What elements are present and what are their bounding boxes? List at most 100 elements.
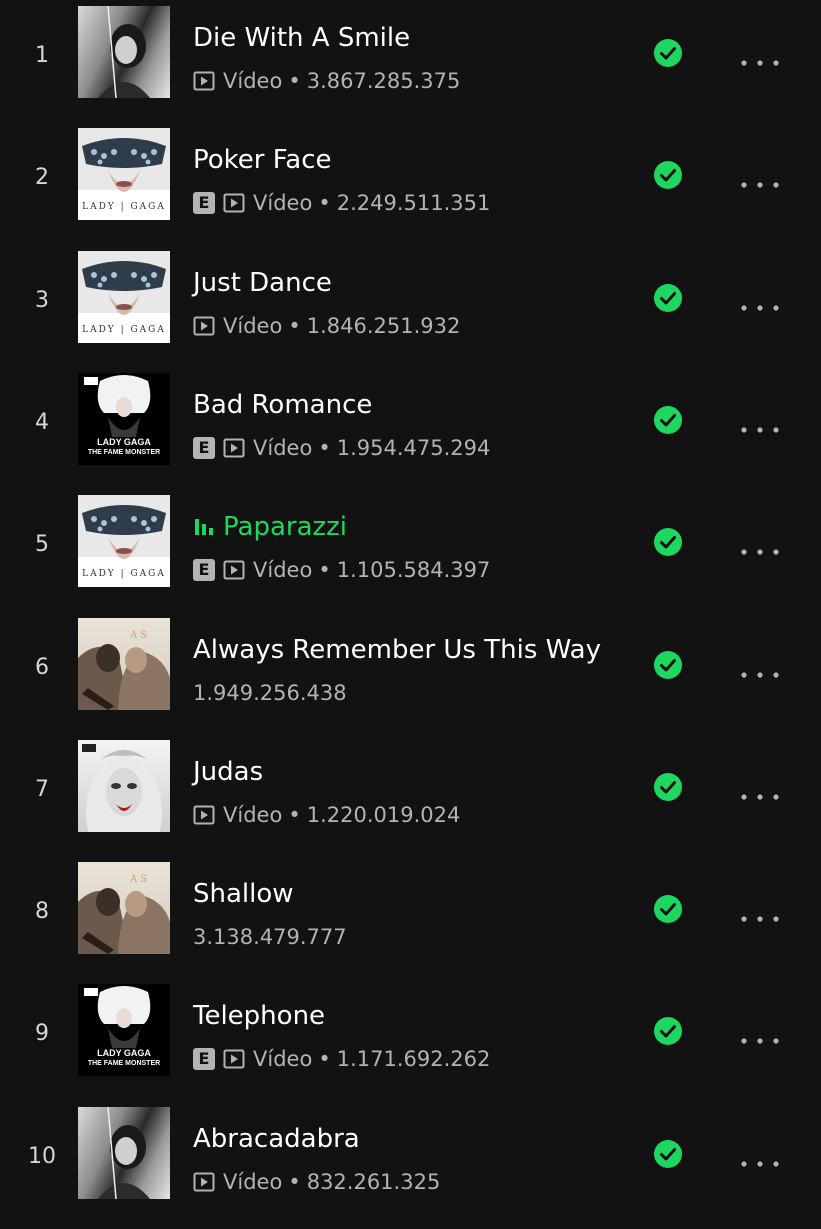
separator: • (318, 436, 331, 460)
more-options-icon[interactable] (740, 173, 780, 188)
video-icon (223, 1049, 245, 1069)
album-cover: LADY GAGA THE FAME MONSTER (78, 373, 170, 465)
track-title[interactable]: Just Dance (193, 265, 332, 301)
track-row[interactable]: 9 LADY GAGA THE FAME MONSTER Telephone E Víde… (0, 984, 821, 1106)
track-title[interactable]: Shallow (193, 876, 294, 912)
track-rank: 2 (35, 165, 49, 190)
track-meta: E Vídeo • 1.105.584.397 (193, 554, 490, 586)
check-circle-icon[interactable] (653, 1016, 683, 1046)
video-label: Vídeo (253, 558, 313, 582)
track-rank: 7 (35, 777, 49, 802)
separator: • (288, 1170, 301, 1194)
track-title-text: Shallow (193, 879, 294, 909)
more-options-icon[interactable] (740, 663, 780, 678)
track-row[interactable]: 10 Abracadabra Vídeo • 832.261.325 (0, 1107, 821, 1229)
check-circle-icon[interactable] (653, 38, 683, 68)
check-circle-icon[interactable] (653, 527, 683, 557)
track-row[interactable]: 8 A S Shallow 3.138.479.777 (0, 862, 821, 984)
more-options-icon[interactable] (740, 540, 780, 555)
cover-artist-text: LADY | GAGA (82, 325, 166, 335)
cover-artist-text: LADY GAGA (97, 437, 151, 447)
track-title[interactable]: Paparazzi (193, 509, 347, 547)
track-meta: Vídeo • 832.261.325 (193, 1166, 440, 1198)
video-icon (193, 316, 215, 336)
more-options-icon[interactable] (740, 907, 780, 922)
track-title[interactable]: Abracadabra (193, 1121, 360, 1157)
track-title-text: Always Remember Us This Way (193, 635, 602, 665)
check-circle-icon[interactable] (653, 772, 683, 802)
check-circle-icon[interactable] (653, 894, 683, 924)
video-label: Vídeo (223, 1170, 283, 1194)
album-cover: LADY | GAGA (78, 128, 170, 220)
play-count: 1.846.251.932 (306, 314, 461, 338)
track-row[interactable]: 7 Judas Vídeo • 1.220.019.024 (0, 740, 821, 862)
check-circle-icon[interactable] (653, 650, 683, 680)
track-rank: 3 (35, 288, 49, 313)
video-label: Vídeo (253, 191, 313, 215)
video-icon (223, 438, 245, 458)
track-rank: 6 (35, 655, 49, 680)
play-count: 1.105.584.397 (336, 558, 491, 582)
separator: • (318, 558, 331, 582)
play-count: 1.220.019.024 (306, 803, 461, 827)
check-circle-icon[interactable] (653, 1139, 683, 1169)
more-options-icon[interactable] (740, 296, 780, 311)
separator: • (318, 1047, 331, 1071)
explicit-badge: E (193, 1048, 215, 1070)
video-label: Vídeo (223, 69, 283, 93)
video-icon (193, 1172, 215, 1192)
track-meta: E Vídeo • 2.249.511.351 (193, 187, 490, 219)
more-options-icon[interactable] (740, 1152, 780, 1167)
video-label: Vídeo (253, 436, 313, 460)
track-title[interactable]: Poker Face (193, 142, 332, 178)
track-row[interactable]: 6 A S Always Remember Us This Way 1.949.256… (0, 618, 821, 740)
album-cover (78, 6, 170, 98)
track-list: 1 Die With A Smile Vídeo • 3.867.285.375 2 LAD… (0, 0, 821, 1200)
video-label: Vídeo (223, 314, 283, 338)
album-cover: LADY | GAGA (78, 495, 170, 587)
track-title[interactable]: Always Remember Us This Way (193, 632, 601, 668)
more-options-icon[interactable] (740, 1029, 780, 1044)
play-count: 1.949.256.438 (193, 681, 347, 705)
album-cover: LADY GAGA THE FAME MONSTER (78, 984, 170, 1076)
track-title[interactable]: Bad Romance (193, 387, 372, 423)
track-meta: E Vídeo • 1.171.692.262 (193, 1043, 490, 1075)
more-options-icon[interactable] (740, 418, 780, 433)
track-rank: 9 (35, 1021, 49, 1046)
separator: • (288, 314, 301, 338)
album-cover (78, 1107, 170, 1199)
track-meta: E Vídeo • 1.954.475.294 (193, 432, 490, 464)
album-cover: A S (78, 618, 170, 710)
track-row[interactable]: 5 LADY | GAGA Paparazzi E Vídeo • 1.105.584.39… (0, 495, 821, 617)
video-icon (223, 193, 245, 213)
check-circle-icon[interactable] (653, 160, 683, 190)
separator: • (288, 803, 301, 827)
cover-album-text: THE FAME MONSTER (87, 1060, 161, 1067)
more-options-icon[interactable] (740, 785, 780, 800)
track-rank: 4 (35, 410, 49, 435)
more-options-icon[interactable] (740, 51, 780, 66)
track-rank: 5 (35, 532, 49, 557)
track-row[interactable]: 4 LADY GAGA THE FAME MONSTER Bad Romance E Ví… (0, 373, 821, 495)
track-title-text: Paparazzi (223, 512, 348, 542)
track-title[interactable]: Telephone (193, 998, 325, 1034)
track-title-text: Abracadabra (193, 1124, 360, 1154)
explicit-badge: E (193, 437, 215, 459)
track-row[interactable]: 1 Die With A Smile Vídeo • 3.867.285.375 (0, 6, 821, 128)
explicit-badge: E (193, 192, 215, 214)
track-row[interactable]: 2 LADY | GAGA Poker Face E Vídeo • 2.249.511.3… (0, 128, 821, 250)
track-meta: 3.138.479.777 (193, 921, 347, 953)
track-row[interactable]: 3 LADY | GAGA Just Dance Vídeo • 1.846.251.93… (0, 251, 821, 373)
play-count: 1.954.475.294 (336, 436, 491, 460)
cover-artist-text: LADY | GAGA (82, 569, 166, 579)
video-label: Vídeo (253, 1047, 313, 1071)
explicit-badge: E (193, 559, 215, 581)
check-circle-icon[interactable] (653, 283, 683, 313)
check-circle-icon[interactable] (653, 405, 683, 435)
track-title-text: Bad Romance (193, 390, 373, 420)
play-count: 2.249.511.351 (336, 191, 491, 215)
track-title[interactable]: Die With A Smile (193, 20, 410, 56)
track-title[interactable]: Judas (193, 754, 263, 790)
album-cover: A S (78, 862, 170, 954)
svg-text:A S: A S (129, 630, 147, 641)
